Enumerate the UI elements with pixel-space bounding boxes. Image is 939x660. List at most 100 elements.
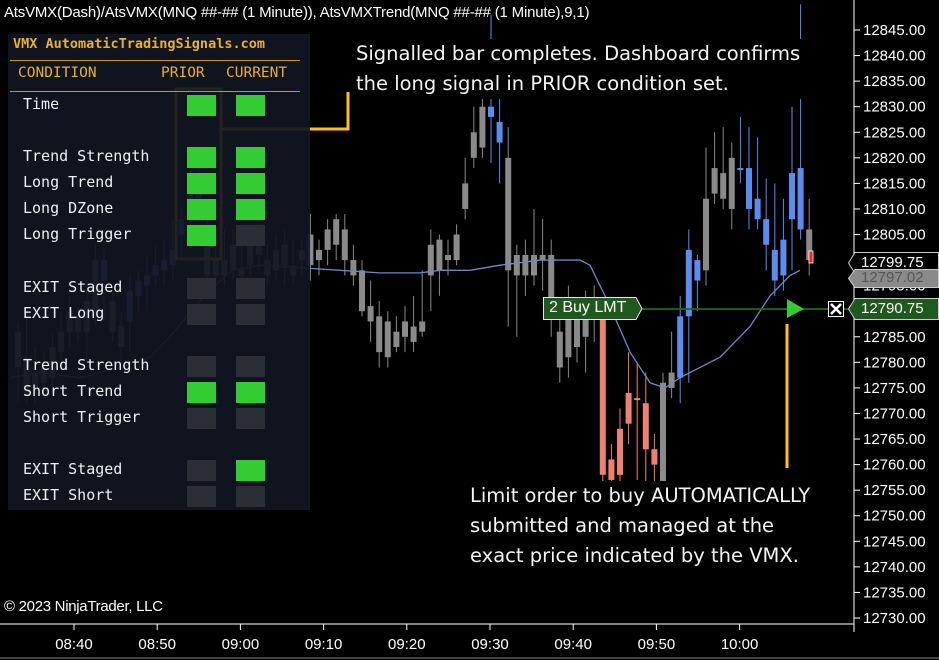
candle-body [771, 249, 778, 281]
callout-limit-order: Limit order to buy AUTOMATICALLY submitt… [464, 481, 817, 575]
current-status-cell [236, 356, 265, 377]
candle-body [556, 331, 563, 368]
condition-label: Trend Strength [23, 356, 150, 374]
candle-body [445, 254, 451, 261]
candle-body [737, 168, 744, 171]
condition-label: Short Trigger [23, 408, 141, 426]
candle-body [488, 106, 494, 117]
callout-signal-confirmed: Signalled bar completes. Dashboard confi… [352, 39, 805, 99]
candle-body [703, 198, 709, 271]
price-tick-label: 12745.00 [863, 533, 926, 550]
condition-label: Short Trend [23, 382, 123, 400]
prior-status-cell [187, 408, 216, 429]
cancel-order-button[interactable] [828, 301, 844, 317]
current-status-cell [236, 199, 265, 220]
candle-body [711, 168, 718, 194]
copyright: © 2023 NinjaTrader, LLC [4, 598, 163, 615]
prior-status-cell [187, 460, 216, 481]
price-tick-label: 12780.00 [863, 354, 926, 371]
candle-body [505, 157, 512, 271]
candle-body [436, 239, 443, 271]
candle-body [625, 393, 632, 424]
candle-body [470, 132, 477, 158]
candle-body [410, 326, 417, 342]
current-status-cell [236, 408, 265, 429]
current-status-cell [236, 95, 265, 116]
chart-title: AtsVMX(Dash)/AtsVMX(MNQ ##-## (1 Minute)… [4, 4, 590, 21]
time-tick-label: 09:50 [638, 636, 676, 653]
price-tick-label: 12785.00 [863, 329, 926, 346]
current-status-cell [236, 278, 265, 299]
dashboard-header-divider [10, 91, 300, 92]
prior-status-cell [187, 199, 216, 220]
prior-status-cell [187, 304, 216, 325]
candle-body [797, 168, 804, 230]
order-price-value: 12790.75 [861, 300, 924, 317]
candle-body [316, 249, 322, 261]
price-tick-label: 12810.00 [863, 201, 926, 218]
callout-line: exact price indicated by the VMX. [470, 544, 799, 567]
candle-body [642, 403, 649, 450]
callout-line: submitted and managed at the [470, 514, 775, 537]
prior-status-cell [187, 382, 216, 403]
candle-body [419, 321, 426, 332]
prior-status-cell [187, 147, 216, 168]
price-tick-label: 12750.00 [863, 508, 926, 525]
condition-label: EXIT Long [23, 304, 105, 322]
callout-line: Signalled bar completes. Dashboard confi… [356, 42, 801, 65]
candle-body [677, 316, 684, 378]
order-label: 2 Buy LMT [549, 299, 627, 316]
current-status-cell [236, 382, 265, 403]
candle-body [324, 229, 331, 250]
current-status-cell [236, 173, 265, 194]
candle-body [522, 254, 529, 276]
price-axis-ticks: 12845.00 12840.00 12835.00 12830.00 12825.00… [854, 22, 926, 627]
condition-label: Trend Strength [23, 147, 150, 165]
candle-body [341, 229, 348, 261]
condition-label: Long DZone [23, 199, 114, 217]
prior-status-cell [187, 486, 216, 507]
condition-label: EXIT Staged [23, 460, 123, 478]
callout-line: the long signal in PRIOR condition set. [356, 72, 729, 95]
time-tick-label: 10:00 [721, 636, 759, 653]
time-tick-label: 09:40 [554, 636, 592, 653]
time-tick-label: 09:00 [222, 636, 260, 653]
candle-body [453, 234, 460, 261]
candle-body [634, 398, 641, 401]
price-tick-label: 12765.00 [863, 431, 926, 448]
current-status-cell [236, 486, 265, 507]
price-tick-label: 12820.00 [863, 150, 926, 167]
candle-body [617, 428, 623, 475]
price-tick-label: 12760.00 [863, 457, 926, 474]
candle-body [608, 459, 615, 480]
time-tick-label: 08:40 [55, 636, 93, 653]
candle-body [350, 260, 357, 276]
current-status-cell [236, 225, 265, 246]
price-tick-label: 12845.00 [863, 22, 926, 39]
price-tick-label: 12840.00 [863, 48, 926, 65]
candle-body [720, 173, 727, 199]
candle-body [531, 254, 537, 276]
candle-body [402, 321, 408, 337]
candle-body [746, 168, 752, 209]
condition-label: Time [23, 95, 60, 113]
candle-body [754, 198, 761, 220]
price-tick-label: 12815.00 [863, 175, 926, 192]
prior-status-cell [187, 173, 216, 194]
candle-body [685, 249, 692, 317]
order-arrow-icon [787, 299, 804, 318]
candle-body [651, 449, 658, 465]
candle-body [780, 239, 787, 276]
trend-value: 12797.02 [861, 269, 924, 286]
time-tick-label: 09:20 [388, 636, 426, 653]
price-tick-label: 12775.00 [863, 380, 926, 397]
candle-body [496, 122, 503, 143]
time-tick-label: 09:30 [471, 636, 509, 653]
time-tick-label: 08:50 [138, 636, 176, 653]
header-condition: CONDITION [18, 65, 97, 81]
price-tick-label: 12825.00 [863, 124, 926, 141]
candle-body [599, 316, 606, 475]
prior-status-cell [187, 225, 216, 246]
candle-body [462, 183, 469, 209]
signal-marker [808, 250, 814, 264]
